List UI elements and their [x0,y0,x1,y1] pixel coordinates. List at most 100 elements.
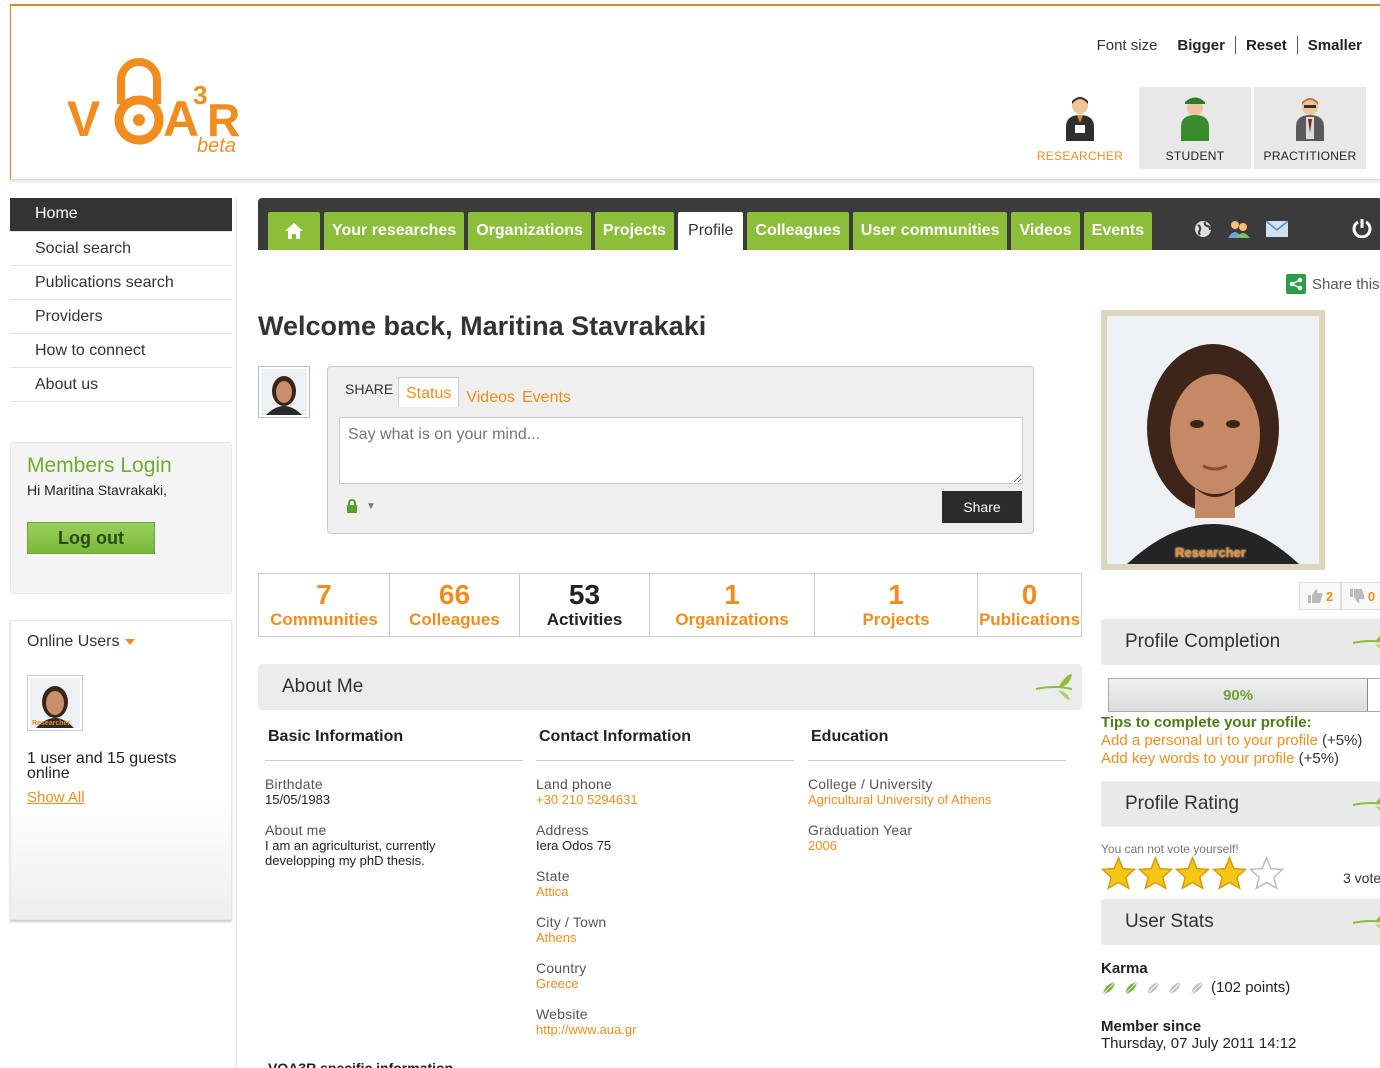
role-researcher-label: RESEARCHER [1036,149,1124,163]
logout-button[interactable]: Log out [27,522,155,554]
star-icon [1249,856,1284,890]
show-all-link[interactable]: Show All [27,789,85,806]
user-stats-title: User Stats [1125,911,1214,932]
thumbs-down-icon [1349,589,1365,603]
font-reset-link[interactable]: Reset [1236,37,1297,54]
thumbs-down-button[interactable]: 0 [1341,582,1380,610]
tab-colleagues[interactable]: Colleagues [747,212,849,250]
field-value[interactable]: +30 210 5294631 [536,792,794,807]
font-size-controls: Font size Bigger Reset Smaller [1087,36,1372,54]
stat-label: Publications [978,610,1081,629]
field-value[interactable]: Attica [536,884,794,899]
online-user-avatar[interactable]: Researcher [27,675,83,731]
tab-user-communities[interactable]: User communities [852,212,1008,250]
stat-organizations[interactable]: 1 Organizations [649,574,814,636]
stat-label: Organizations [675,610,789,629]
stat-label: Communities [270,610,378,629]
stat-projects[interactable]: 1 Projects [814,574,977,636]
globe-icon[interactable] [1194,220,1212,238]
photo-role-tag: Researcher [1175,545,1246,560]
profile-photo[interactable]: Researcher [1101,310,1325,570]
share-tab-videos[interactable]: Videos [466,389,515,407]
share-this-button[interactable]: Share this [1286,274,1380,294]
stat-publications[interactable]: 0 Publications [977,574,1081,636]
font-bigger-link[interactable]: Bigger [1167,37,1235,54]
field-value[interactable]: 2006 [808,838,1066,853]
leaf-icon [1352,635,1380,649]
share-this-label: Share this [1312,275,1380,293]
status-input[interactable] [339,417,1023,484]
font-smaller-link[interactable]: Smaller [1298,37,1372,54]
current-user-avatar[interactable] [258,366,310,418]
field-label: Birthdate [265,776,323,792]
chevron-down-icon: ▼ [366,500,376,512]
field-value: 15/05/1983 [265,792,331,807]
nav-item-providers[interactable]: Providers [10,300,232,334]
nav-item-social-search[interactable]: Social search [10,232,232,266]
tip-add-uri-link[interactable]: Add a personal uri to your profile [1101,732,1318,749]
star-icon [1175,856,1210,890]
tab-videos[interactable]: Videos [1011,212,1080,250]
basic-info-heading: Basic Information [265,718,523,761]
share-tab-events[interactable]: Events [522,389,571,407]
field-city: City / Town Athens [536,914,794,946]
logout-power-button[interactable] [1352,218,1372,243]
nav-item-publications-search[interactable]: Publications search [10,266,232,300]
stat-colleagues[interactable]: 66 Colleagues [389,574,519,636]
basic-information: Basic Information Birthdate 15/05/1983 A… [265,718,523,868]
thumbs-up-button[interactable]: 2 [1299,582,1341,610]
share-tabs: Status Videos Events [398,377,571,407]
share-button[interactable]: Share [942,491,1022,523]
tips-title: Tips to complete your profile: [1101,714,1312,731]
contact-information: Contact Information Land phone +30 210 52… [536,718,794,1037]
field-value: I am an agriculturist, currently develop… [265,838,436,868]
profile-rating-title: Profile Rating [1125,793,1240,814]
svg-text:V: V [67,91,101,147]
tip-add-keywords-link[interactable]: Add key words to your profile [1101,750,1294,767]
stat-value: 66 [438,579,471,610]
avatar-tag: Researcher [32,720,70,727]
tab-profile[interactable]: Profile [678,212,744,250]
field-label: City / Town [536,914,607,930]
users-icon[interactable] [1228,220,1250,238]
header: V A 3 R beta Font size Bigger Reset Smal… [10,4,1380,180]
website-link[interactable]: http://www.aua.gr [536,1022,794,1037]
main-nav: Home Social search Publications search P… [10,198,232,402]
tab-home[interactable] [268,212,320,250]
privacy-selector[interactable]: ▼ [346,499,376,513]
stat-communities[interactable]: 7 Communities [259,574,389,636]
tip-bonus: (+5%) [1317,732,1363,749]
stat-label: Activities [546,610,623,629]
role-practitioner[interactable]: PRACTITIONER [1254,87,1366,169]
page-title: Welcome back, Maritina Stavrakaki [258,311,707,341]
progress-fill: 90% [1109,679,1369,711]
svg-text:beta: beta [197,135,236,156]
nav-item-how-to-connect[interactable]: How to connect [10,334,232,368]
field-label: Website [536,1006,588,1022]
field-birthdate: Birthdate 15/05/1983 [265,776,523,808]
field-value[interactable]: Greece [536,976,794,991]
leaf-icon [1352,915,1380,929]
field-value[interactable]: Agricultural University of Athens [808,792,1066,807]
share-tab-status[interactable]: Status [398,377,460,407]
site-logo[interactable]: V A 3 R beta [61,36,261,157]
tab-events[interactable]: Events [1083,212,1153,250]
stat-value: 0 [1021,579,1038,610]
tab-organizations[interactable]: Organizations [468,212,591,250]
thumbs-up-count: 2 [1325,588,1334,604]
stat-activities[interactable]: 53 Activities [519,574,649,636]
karma-leaf-icon [1167,980,1183,995]
tab-your-researches[interactable]: Your researches [324,212,465,250]
field-value[interactable]: Athens [536,930,794,945]
tab-projects[interactable]: Projects [594,212,675,250]
mail-icon[interactable] [1266,221,1288,237]
stat-value: 53 [568,579,601,610]
online-users-title[interactable]: Online Users [27,633,215,651]
progress-value: 90% [1223,687,1254,704]
field-label: College / University [808,776,933,792]
nav-item-about-us[interactable]: About us [10,368,232,402]
stat-value: 1 [724,579,740,610]
nav-item-home[interactable]: Home [10,198,232,232]
role-student[interactable]: STUDENT [1139,87,1251,169]
role-researcher[interactable]: RESEARCHER [1024,87,1136,169]
